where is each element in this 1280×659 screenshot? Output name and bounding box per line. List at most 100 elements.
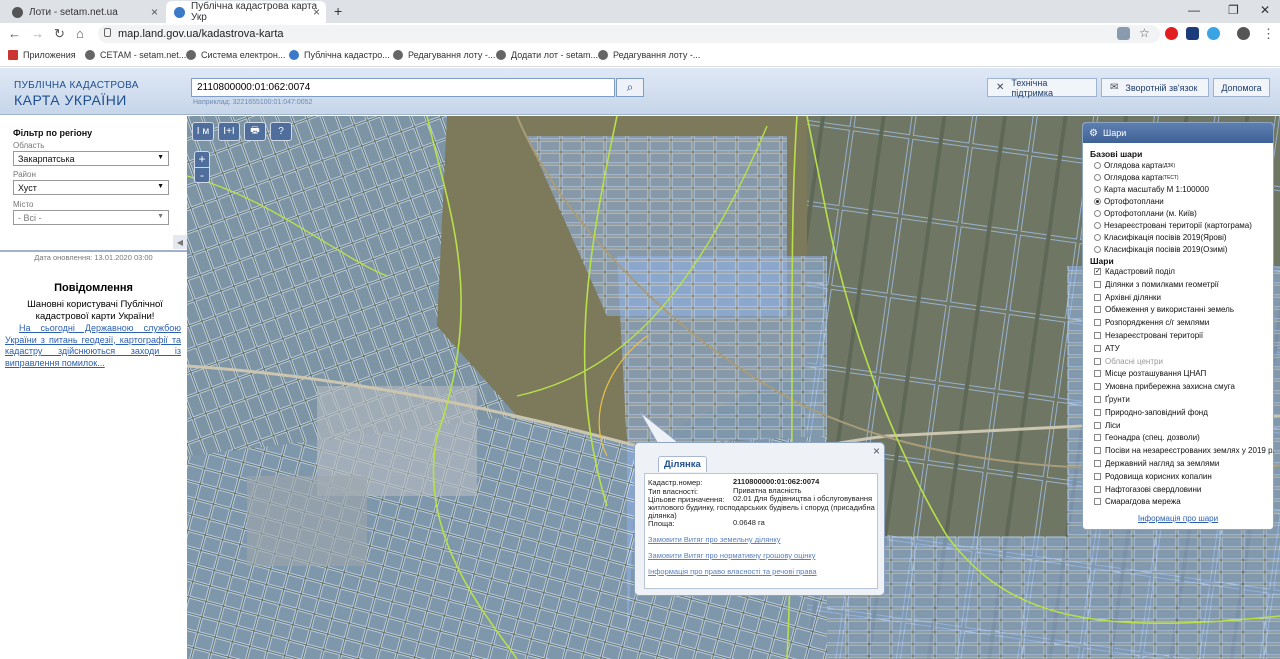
close-tab-icon[interactable]: × (151, 5, 158, 19)
overlay-layer-option[interactable]: Обмеження у використанні земель (1094, 305, 1234, 314)
bookmark-apps[interactable]: Приложения (8, 50, 76, 60)
radio-icon[interactable] (1094, 162, 1101, 169)
base-layer-option[interactable]: Карта масштабу М 1:100000 (1094, 185, 1209, 194)
bookmark-item[interactable]: Публічна кадастро... (289, 50, 390, 60)
radio-icon[interactable] (1094, 222, 1101, 229)
overlay-layer-option[interactable]: Державний нагляд за землями (1094, 459, 1219, 468)
checkbox-icon[interactable] (1094, 434, 1101, 442)
overlay-layer-option[interactable]: Обласні центри (1094, 357, 1163, 366)
oblast-select[interactable]: Закарпатська ▼ (13, 151, 169, 166)
overlay-layer-option[interactable]: Нафтогазові свердловини (1094, 485, 1201, 494)
radio-icon[interactable] (1094, 198, 1101, 205)
minimize-icon[interactable]: — (1188, 3, 1200, 17)
checkbox-icon[interactable] (1094, 357, 1101, 365)
maximize-icon[interactable]: ❐ (1228, 3, 1239, 17)
tab-parcel[interactable]: Ділянка (658, 456, 707, 472)
identify-button[interactable]: ? (270, 122, 292, 141)
base-layer-option[interactable]: Ортофотоплани (1094, 197, 1164, 206)
order-extract-link[interactable]: Замовити Витяг про земельну ділянку (648, 535, 781, 544)
bookmark-item[interactable]: Додати лот - setam... (496, 50, 598, 60)
base-layer-option[interactable]: Класифікація посівів 2019(Ярові) (1094, 233, 1227, 242)
checkbox-icon[interactable] (1094, 370, 1101, 378)
overlay-layer-option[interactable]: АТУ (1094, 344, 1120, 353)
tech-support-button[interactable]: ✕ Технічна підтримка (987, 78, 1097, 98)
checkbox-icon[interactable] (1094, 319, 1101, 327)
browser-tab-setam[interactable]: Лоти - setam.net.ua × (4, 1, 164, 23)
overlay-layer-option[interactable]: Незареєстровані території (1094, 331, 1203, 340)
feedback-button[interactable]: ✉ Зворотній зв'язок (1101, 78, 1209, 97)
logo-line2[interactable]: КАРТА УКРАЇНИ (14, 92, 127, 108)
overlay-layer-option[interactable]: Ліси (1094, 421, 1121, 430)
radio-icon[interactable] (1094, 210, 1101, 217)
extension-icon[interactable] (1186, 27, 1199, 40)
new-tab-button[interactable]: + (334, 3, 342, 19)
translate-icon[interactable] (1117, 27, 1130, 40)
checkbox-icon[interactable] (1094, 306, 1101, 314)
collapse-panel-button[interactable]: ◀ (173, 235, 187, 249)
checkbox-icon[interactable] (1094, 447, 1101, 455)
extension-icon[interactable] (1207, 27, 1220, 40)
news-link[interactable]: На сьогодні Державною службою України з … (5, 323, 181, 369)
overlay-layer-option[interactable]: Посіви на незареєстрованих землях у 2019… (1094, 446, 1275, 455)
checkbox-icon[interactable] (1094, 383, 1101, 391)
checkbox-icon[interactable]: ✓ (1094, 268, 1101, 275)
bookmark-item[interactable]: СЕТАМ - setam.net... (85, 50, 186, 60)
checkbox-icon[interactable] (1094, 408, 1101, 416)
forward-icon[interactable]: → (31, 26, 44, 41)
url-field[interactable]: map.land.gov.ua/kadastrova-karta (98, 25, 1160, 43)
checkbox-icon[interactable] (1094, 485, 1101, 493)
base-layer-option[interactable]: Оглядова карта (ТЕСТ) (1094, 173, 1179, 182)
checkbox-icon[interactable] (1094, 396, 1101, 403)
base-layer-option[interactable]: Оглядова карта (ДЗК) (1094, 161, 1175, 170)
opera-icon[interactable] (1165, 27, 1178, 40)
order-valuation-link[interactable]: Замовити Витяг про нормативну грошову оц… (648, 551, 815, 560)
home-icon[interactable]: ⌂ (76, 26, 84, 41)
back-icon[interactable]: ← (8, 26, 21, 41)
cadastral-search-input[interactable] (191, 78, 615, 97)
overlay-layer-option[interactable]: Ділянки з помилками геометрії (1094, 280, 1219, 289)
base-layer-option[interactable]: Ортофотоплани (м. Київ) (1094, 209, 1197, 218)
checkbox-icon[interactable] (1094, 332, 1101, 339)
layers-info-link[interactable]: Інформація про шари (1083, 514, 1273, 523)
logo-line1[interactable]: ПУБЛІЧНА КАДАСТРОВА (14, 80, 139, 91)
overlay-layer-option[interactable]: Смарагдова мережа (1094, 497, 1181, 506)
checkbox-icon[interactable] (1094, 344, 1101, 352)
print-button[interactable]: 🖶 (244, 122, 266, 141)
bookmark-item[interactable]: Редагування лоту -... (598, 50, 700, 60)
overlay-layer-option[interactable]: Природно-заповідний фонд (1094, 408, 1208, 417)
overlay-layer-option[interactable]: Архівні ділянки (1094, 293, 1161, 302)
overlay-layer-option[interactable]: Місце розташування ЦНАП (1094, 369, 1206, 378)
checkbox-icon[interactable] (1094, 460, 1101, 467)
search-button[interactable]: ⌕ (616, 78, 644, 97)
rayon-select[interactable]: Хуст ▼ (13, 180, 169, 195)
measure-area-button[interactable]: I+I (218, 122, 240, 141)
overlay-layer-option[interactable]: Геонадра (спец. дозволи) (1094, 433, 1200, 442)
bookmark-item[interactable]: Система електрон... (186, 50, 285, 60)
radio-icon[interactable] (1094, 234, 1101, 241)
star-icon[interactable]: ☆ (1139, 26, 1150, 40)
radio-icon[interactable] (1094, 246, 1101, 253)
checkbox-icon[interactable] (1094, 280, 1101, 288)
help-button[interactable]: Допомога (1213, 78, 1270, 97)
overlay-layer-option[interactable]: Родовища корисних копалин (1094, 472, 1212, 481)
overlay-layer-option[interactable]: ✓ Кадастровий поділ (1094, 267, 1175, 276)
close-tab-icon[interactable]: × (313, 5, 320, 19)
checkbox-icon[interactable] (1094, 472, 1101, 480)
zoom-in-button[interactable]: + (195, 152, 209, 167)
close-icon[interactable]: × (873, 444, 880, 458)
ownership-info-link[interactable]: Інформація про право власності та речові… (648, 567, 817, 576)
checkbox-icon[interactable] (1094, 421, 1101, 429)
radio-icon[interactable] (1094, 174, 1101, 181)
layers-header[interactable]: ⚙ Шари (1083, 123, 1273, 143)
menu-icon[interactable]: ⋮ (1262, 26, 1275, 42)
checkbox-icon[interactable] (1094, 498, 1101, 506)
ruler-tool-button[interactable]: I м (192, 122, 214, 141)
overlay-layer-option[interactable]: Умовна прибережна захисна смуга (1094, 382, 1235, 391)
close-window-icon[interactable]: ✕ (1260, 3, 1270, 17)
browser-tab-kadastr[interactable]: Публічна кадастрова карта Укр × (166, 1, 326, 23)
bookmark-item[interactable]: Редагування лоту -... (393, 50, 495, 60)
checkbox-icon[interactable] (1094, 293, 1101, 301)
base-layer-option[interactable]: Незареєстровані території (картограма) (1094, 221, 1252, 230)
overlay-layer-option[interactable]: Розпорядження с/г землями (1094, 318, 1209, 327)
radio-icon[interactable] (1094, 186, 1101, 193)
